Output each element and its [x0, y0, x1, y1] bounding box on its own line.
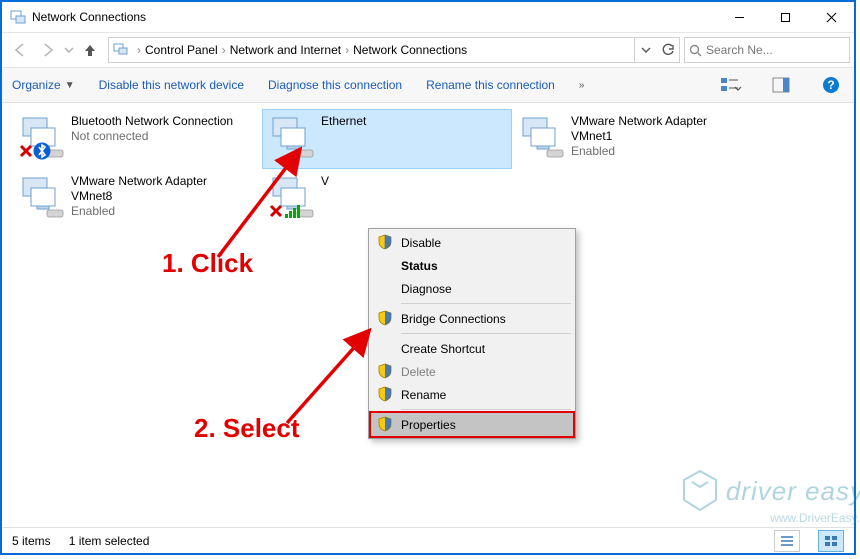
minimize-button[interactable]	[716, 2, 762, 32]
cm-properties[interactable]: Properties	[371, 413, 573, 436]
window-title: Network Connections	[32, 10, 146, 24]
recent-dropdown[interactable]	[62, 36, 76, 64]
command-bar: Organize ▼ Disable this network device D…	[2, 68, 854, 103]
status-bar: 5 items 1 item selected	[2, 527, 854, 553]
adapter-icon	[17, 114, 65, 160]
cm-status[interactable]: Status	[371, 254, 573, 277]
adapter-name: V	[321, 174, 329, 189]
window: Network Connections › Con	[0, 0, 856, 555]
organize-menu[interactable]: Organize ▼	[12, 78, 75, 92]
watermark-url: www.DriverEasy.	[770, 511, 860, 525]
adapter-status: Enabled	[571, 144, 741, 159]
cm-separator	[401, 409, 571, 410]
cm-label: Delete	[401, 365, 436, 379]
cm-shortcut[interactable]: Create Shortcut	[371, 337, 573, 360]
context-menu: Disable Status Diagnose Bridge Connectio…	[368, 228, 576, 439]
disconnected-icon	[19, 144, 33, 158]
cm-diagnose[interactable]: Diagnose	[371, 277, 573, 300]
watermark: driver easy www.DriverEasy.	[680, 469, 860, 513]
refresh-button[interactable]	[657, 38, 679, 62]
status-count: 5 items	[12, 534, 51, 548]
address-dropdown[interactable]	[635, 38, 657, 62]
back-button[interactable]	[6, 36, 34, 64]
adapter-vmnet1[interactable]: VMware Network Adapter VMnet1 Enabled	[512, 109, 762, 169]
window-icon	[10, 9, 26, 25]
cm-separator	[401, 303, 571, 304]
cm-delete: Delete	[371, 360, 573, 383]
cm-label: Status	[401, 259, 438, 273]
view-menu[interactable]	[718, 72, 744, 98]
cm-label: Bridge Connections	[401, 312, 506, 326]
address-bar[interactable]: › Control Panel › Network and Internet ›…	[108, 37, 680, 63]
cm-label: Create Shortcut	[401, 342, 485, 356]
up-button[interactable]	[76, 36, 104, 64]
navbar: › Control Panel › Network and Internet ›…	[2, 33, 854, 68]
maximize-button[interactable]	[762, 2, 808, 32]
adapters-list: Bluetooth Network Connection Not connect…	[12, 109, 844, 229]
watermark-brand: driver easy	[726, 476, 860, 507]
annotation-2: 2. Select	[194, 413, 300, 444]
crumb-2[interactable]: Network Connections	[353, 43, 467, 57]
cm-separator	[401, 333, 571, 334]
preview-pane-button[interactable]	[768, 72, 794, 98]
bluetooth-icon	[33, 142, 51, 160]
svg-text:?: ?	[827, 78, 834, 92]
cm-label: Properties	[401, 418, 456, 432]
search-placeholder: Search Ne...	[706, 43, 773, 57]
titlebar: Network Connections	[2, 2, 854, 33]
cm-rename[interactable]: Rename	[371, 383, 573, 406]
cm-disable[interactable]: Disable	[371, 231, 573, 254]
adapter-icon	[517, 114, 565, 160]
diagnose-button[interactable]: Diagnose this connection	[268, 78, 402, 92]
forward-button[interactable]	[34, 36, 62, 64]
annotation-1: 1. Click	[162, 248, 253, 279]
help-button[interactable]: ?	[818, 72, 844, 98]
content-area: Bluetooth Network Connection Not connect…	[2, 103, 854, 531]
cm-bridge[interactable]: Bridge Connections	[371, 307, 573, 330]
adapter-name: VMware Network Adapter VMnet1	[571, 114, 741, 144]
cm-label: Diagnose	[401, 282, 452, 296]
rename-button[interactable]: Rename this connection	[426, 78, 555, 92]
location-icon	[113, 41, 129, 60]
status-selected: 1 item selected	[69, 534, 150, 548]
crumb-0[interactable]: Control Panel	[145, 43, 218, 57]
adapter-name: Bluetooth Network Connection	[71, 114, 233, 129]
close-button[interactable]	[808, 2, 854, 32]
search-input[interactable]: Search Ne...	[684, 37, 850, 63]
crumb-1[interactable]: Network and Internet	[230, 43, 341, 57]
shield-icon	[377, 234, 393, 250]
cm-label: Rename	[401, 388, 446, 402]
adapter-name: Ethernet	[321, 114, 366, 129]
disable-device-button[interactable]: Disable this network device	[99, 78, 244, 92]
overflow-button[interactable]: »	[579, 80, 585, 91]
cm-label: Disable	[401, 236, 441, 250]
details-view-button[interactable]	[774, 530, 800, 552]
adapter-icon	[17, 174, 65, 220]
tiles-view-button[interactable]	[818, 530, 844, 552]
